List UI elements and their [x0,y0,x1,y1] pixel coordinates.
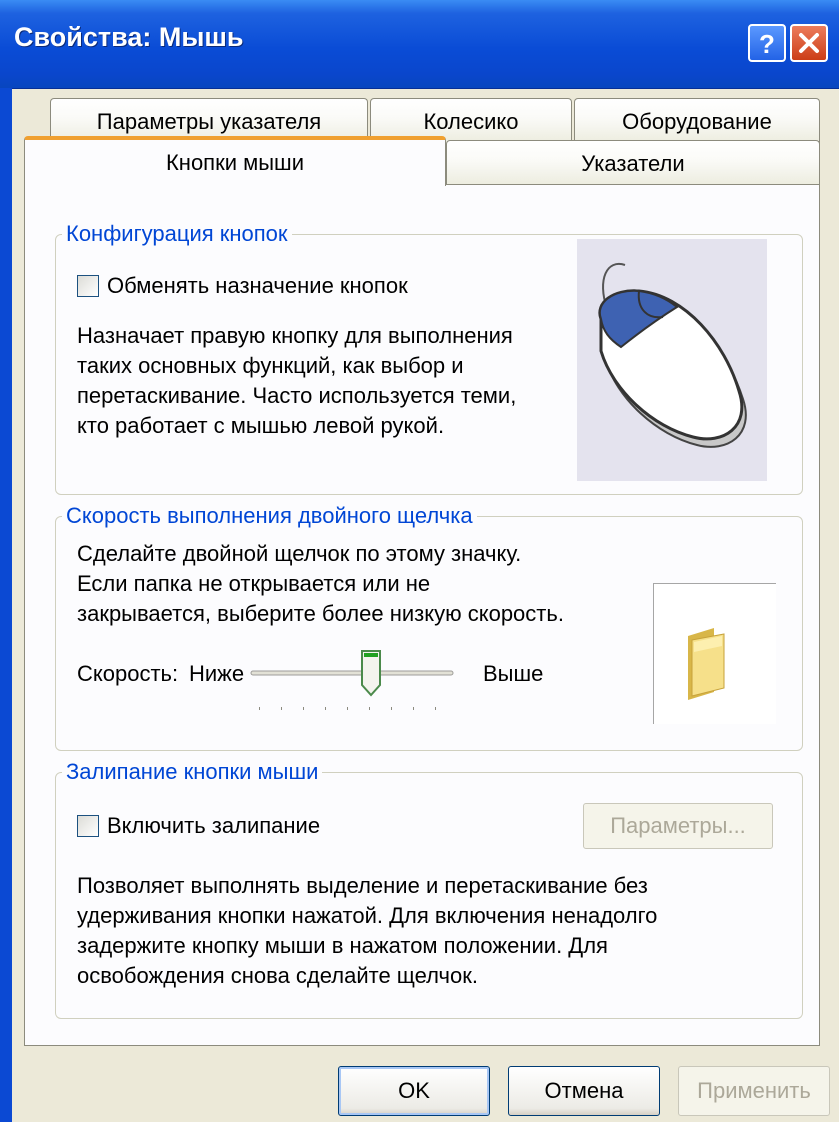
dblclick-desc-line-2: Если папка не открывается или не [77,571,431,596]
mouse-properties-dialog: Свойства: Мышь ? Параметры указателя Кол… [0,0,839,1122]
tab-pointers[interactable]: Указатели [446,140,820,186]
window-frame-left [0,88,12,1122]
clicklock-desc-line-2: удерживания кнопки нажатой. Для включени… [77,903,658,928]
tab-panel: Конфигурация кнопок Обменять назначение … [24,184,820,1046]
svg-text:?: ? [759,29,775,57]
swap-desc-line-4: кто работает с мышью левой рукой. [77,413,445,438]
speed-high-label: Выше [483,661,544,686]
double-click-speed-slider[interactable] [247,633,457,713]
clicklock-desc-line-4: освобождения снова сделайте щелчок. [77,963,478,988]
tab-buttons[interactable]: Кнопки мыши [24,136,446,186]
dblclick-desc-line-1: Сделайте двойной щелчок по этому значку. [77,541,522,566]
speed-low-label: Ниже [189,661,245,686]
swap-desc-line-1: Назначает правую кнопку для выполнения [77,323,513,348]
click-lock-legend: Залипание кнопки мыши [66,759,319,784]
click-lock-settings-button[interactable]: Параметры... [583,803,773,849]
title-bar[interactable]: Свойства: Мышь ? [0,0,839,89]
click-lock-checkbox[interactable] [77,815,99,837]
apply-button[interactable]: Применить [678,1066,830,1116]
swap-desc-line-3: перетаскивание. Часто используется теми, [77,383,517,408]
cancel-button[interactable]: Отмена [508,1066,660,1116]
close-button[interactable] [790,24,828,62]
folder-icon[interactable] [653,583,776,724]
close-icon [799,33,819,53]
window-title: Свойства: Мышь [14,22,244,52]
dblclick-desc-line-3: закрывается, выберите более низкую скоро… [77,601,564,626]
help-button[interactable]: ? [748,24,786,62]
tab-hardware[interactable]: Оборудование [574,98,820,144]
click-lock-label[interactable]: Включить залипание [107,811,320,841]
button-config-legend: Конфигурация кнопок [66,221,288,246]
swap-desc-line-2: таких основных функций, как выбор и [77,353,464,378]
help-icon: ? [759,29,775,57]
swap-buttons-label[interactable]: Обменять назначение кнопок [107,271,408,301]
slider-thumb[interactable] [361,650,381,697]
mouse-icon [577,239,767,481]
speed-label: Скорость: [77,661,179,686]
double-click-legend: Скорость выполнения двойного щелчка [66,503,473,528]
ok-button[interactable]: OK [338,1066,490,1116]
clicklock-desc-line-3: задержите кнопку мыши в нажатом положени… [77,933,608,958]
swap-buttons-checkbox[interactable] [77,275,99,297]
clicklock-desc-line-1: Позволяет выполнять выделение и перетаск… [77,873,648,898]
